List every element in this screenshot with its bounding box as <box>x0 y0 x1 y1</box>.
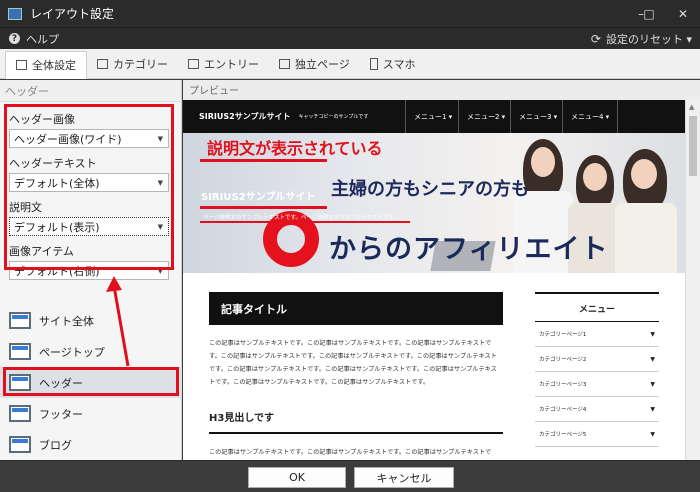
help-menu[interactable]: ? ヘルプ <box>9 31 59 47</box>
article-title: 記事タイトル <box>209 292 503 325</box>
document-icon <box>188 59 199 69</box>
annotation-underline <box>200 221 410 223</box>
scroll-up-icon[interactable]: ▲ <box>689 103 694 111</box>
sidebar-item[interactable]: カテゴリーページ3 ▼ <box>535 372 659 397</box>
hero-face <box>631 159 657 189</box>
site-menu-item[interactable]: メニュー2 ▾ <box>458 100 505 133</box>
sidebar-menu: メニュー カテゴリーページ1 ▼ カテゴリーページ2 ▼ カテゴリーページ3 ▼ カテ… <box>535 292 659 447</box>
help-icon: ? <box>9 33 20 44</box>
tab-global[interactable]: 全体設定 <box>5 51 87 79</box>
preview-panel: プレビュー SIRIUS2サンプルサイト キャッチコピーのサンプルです メニュー… <box>183 80 700 460</box>
tab-entry[interactable]: エントリー <box>178 50 269 78</box>
sidebar-item-label: カテゴリーページ4 <box>539 407 587 413</box>
reset-label: 設定のリセット ▾ <box>605 32 692 46</box>
hero-face <box>531 147 555 177</box>
nav-item-blog[interactable]: ブログ <box>0 429 182 460</box>
nav-item-pagetop[interactable]: ページトップ <box>0 336 182 367</box>
site-catchcopy: キャッチコピーのサンプルです <box>298 114 369 120</box>
sidebar-item-label: カテゴリーページ3 <box>539 382 587 388</box>
site-menu-item[interactable]: メニュー4 ▾ <box>562 100 619 133</box>
tab-label: カテゴリー <box>113 58 168 71</box>
reset-settings-menu[interactable]: ⟳ 設定のリセット ▾ <box>591 31 692 47</box>
tab-smartphone[interactable]: スマホ <box>360 50 426 78</box>
ok-button[interactable]: OK <box>248 467 346 488</box>
sidebar-item[interactable]: カテゴリーページ2 ▼ <box>535 347 659 372</box>
cancel-button[interactable]: キャンセル <box>354 467 454 488</box>
maximize-button[interactable]: □ <box>632 0 666 27</box>
smartphone-icon <box>369 58 378 70</box>
sidebar-item[interactable]: カテゴリーページ4 ▼ <box>535 397 659 422</box>
hero-subtext: 主婦の方もシニアの方も <box>331 179 529 200</box>
nav-label: サイト全体 <box>39 314 94 328</box>
help-label: ヘルプ <box>26 32 59 46</box>
sidebar-title: メニュー <box>535 292 659 322</box>
sidebar-item-label: カテゴリーページ5 <box>539 432 587 438</box>
annotation-box-settings <box>4 104 174 270</box>
nav-label: フッター <box>39 407 83 421</box>
pagetop-icon <box>9 343 31 360</box>
preview-scrollbar[interactable]: ▲ <box>685 100 700 460</box>
tab-label: スマホ <box>382 58 416 71</box>
section-title: ヘッダー <box>0 80 181 102</box>
preview-frame: SIRIUS2サンプルサイト キャッチコピーのサンプルです メニュー1 ▾ メニ… <box>183 100 685 460</box>
hero-bigtext: からのアフィリエイト <box>329 234 609 265</box>
site-brand: SIRIUS2サンプルサイト <box>199 112 291 121</box>
annotation-box-header <box>3 367 179 396</box>
refresh-icon: ⟳ <box>590 31 601 46</box>
chevron-down-icon: ▼ <box>650 430 655 438</box>
scrollbar-thumb[interactable] <box>689 116 697 176</box>
site-menu-item[interactable]: メニュー3 ▾ <box>510 100 557 133</box>
menu-bar: ? ヘルプ ⟳ 設定のリセット ▾ <box>0 27 700 49</box>
footer-icon <box>9 405 31 422</box>
site-menu-item[interactable]: メニュー1 ▾ <box>405 100 452 133</box>
site-layout-icon <box>9 312 31 329</box>
article-body: この記事はサンプルテキストです。この記事はサンプルテキストです。この記事はサンプ… <box>209 340 497 386</box>
annotation-caption: 説明文が表示されている <box>207 139 383 158</box>
chevron-down-icon: ▼ <box>650 405 655 413</box>
hero-description: ページ説明文のサンプルテキストです。ページ説明文のサンプルテキストです。 <box>203 215 400 221</box>
article-h3: H3見出しです <box>209 409 503 434</box>
nav-label: ブログ <box>39 438 72 452</box>
site-nav: SIRIUS2サンプルサイト キャッチコピーのサンプルです メニュー1 ▾ メニ… <box>183 100 685 133</box>
nav-item-footer[interactable]: フッター <box>0 398 182 429</box>
sidebar-item[interactable]: カテゴリーページ5 ▼ <box>535 422 659 447</box>
sidebar-item-label: カテゴリーページ1 <box>539 332 587 338</box>
close-button[interactable]: ✕ <box>666 0 700 27</box>
tab-label: 全体設定 <box>32 59 76 72</box>
nav-item-site[interactable]: サイト全体 <box>0 305 182 336</box>
dialog-footer: OK キャンセル <box>0 460 700 492</box>
article-h3-body: この記事はサンプルテキストです。この記事はサンプルテキストです。この記事はサンプ… <box>209 449 492 456</box>
article: 記事タイトル この記事はサンプルテキストです。この記事はサンプルテキストです。こ… <box>209 292 503 460</box>
hero-image: 主婦の方もシニアの方も からのアフィリエイト 説明文が表示されている SIRIU… <box>183 133 685 273</box>
chevron-down-icon: ▼ <box>650 380 655 388</box>
tab-label: エントリー <box>204 58 259 71</box>
chevron-down-icon: ▼ <box>650 355 655 363</box>
annotation-underline <box>200 206 327 209</box>
hero-site-title: SIRIUS2サンプルサイト <box>201 192 316 203</box>
title-bar: レイアウト設定 – □ ✕ <box>0 0 700 27</box>
window-title: レイアウト設定 <box>30 7 115 21</box>
preview-title: プレビュー <box>189 85 239 97</box>
hero-face <box>583 163 607 191</box>
app-icon <box>8 7 22 20</box>
annotation-underline <box>200 159 327 162</box>
hero-shirt <box>615 203 677 273</box>
page-icon <box>279 59 290 69</box>
blog-icon <box>9 436 31 453</box>
tab-label: 独立ページ <box>295 58 350 71</box>
monitor-icon <box>16 60 27 70</box>
tab-bar: 全体設定 カテゴリー エントリー 独立ページ スマホ <box>0 49 700 79</box>
folder-icon <box>97 59 108 69</box>
chevron-down-icon: ▼ <box>650 330 655 338</box>
sidebar-item[interactable]: カテゴリーページ1 ▼ <box>535 322 659 347</box>
sidebar-item-label: カテゴリーページ2 <box>539 357 587 363</box>
tab-category[interactable]: カテゴリー <box>87 50 178 78</box>
tab-page[interactable]: 独立ページ <box>269 50 360 78</box>
nav-label: ページトップ <box>39 345 105 359</box>
